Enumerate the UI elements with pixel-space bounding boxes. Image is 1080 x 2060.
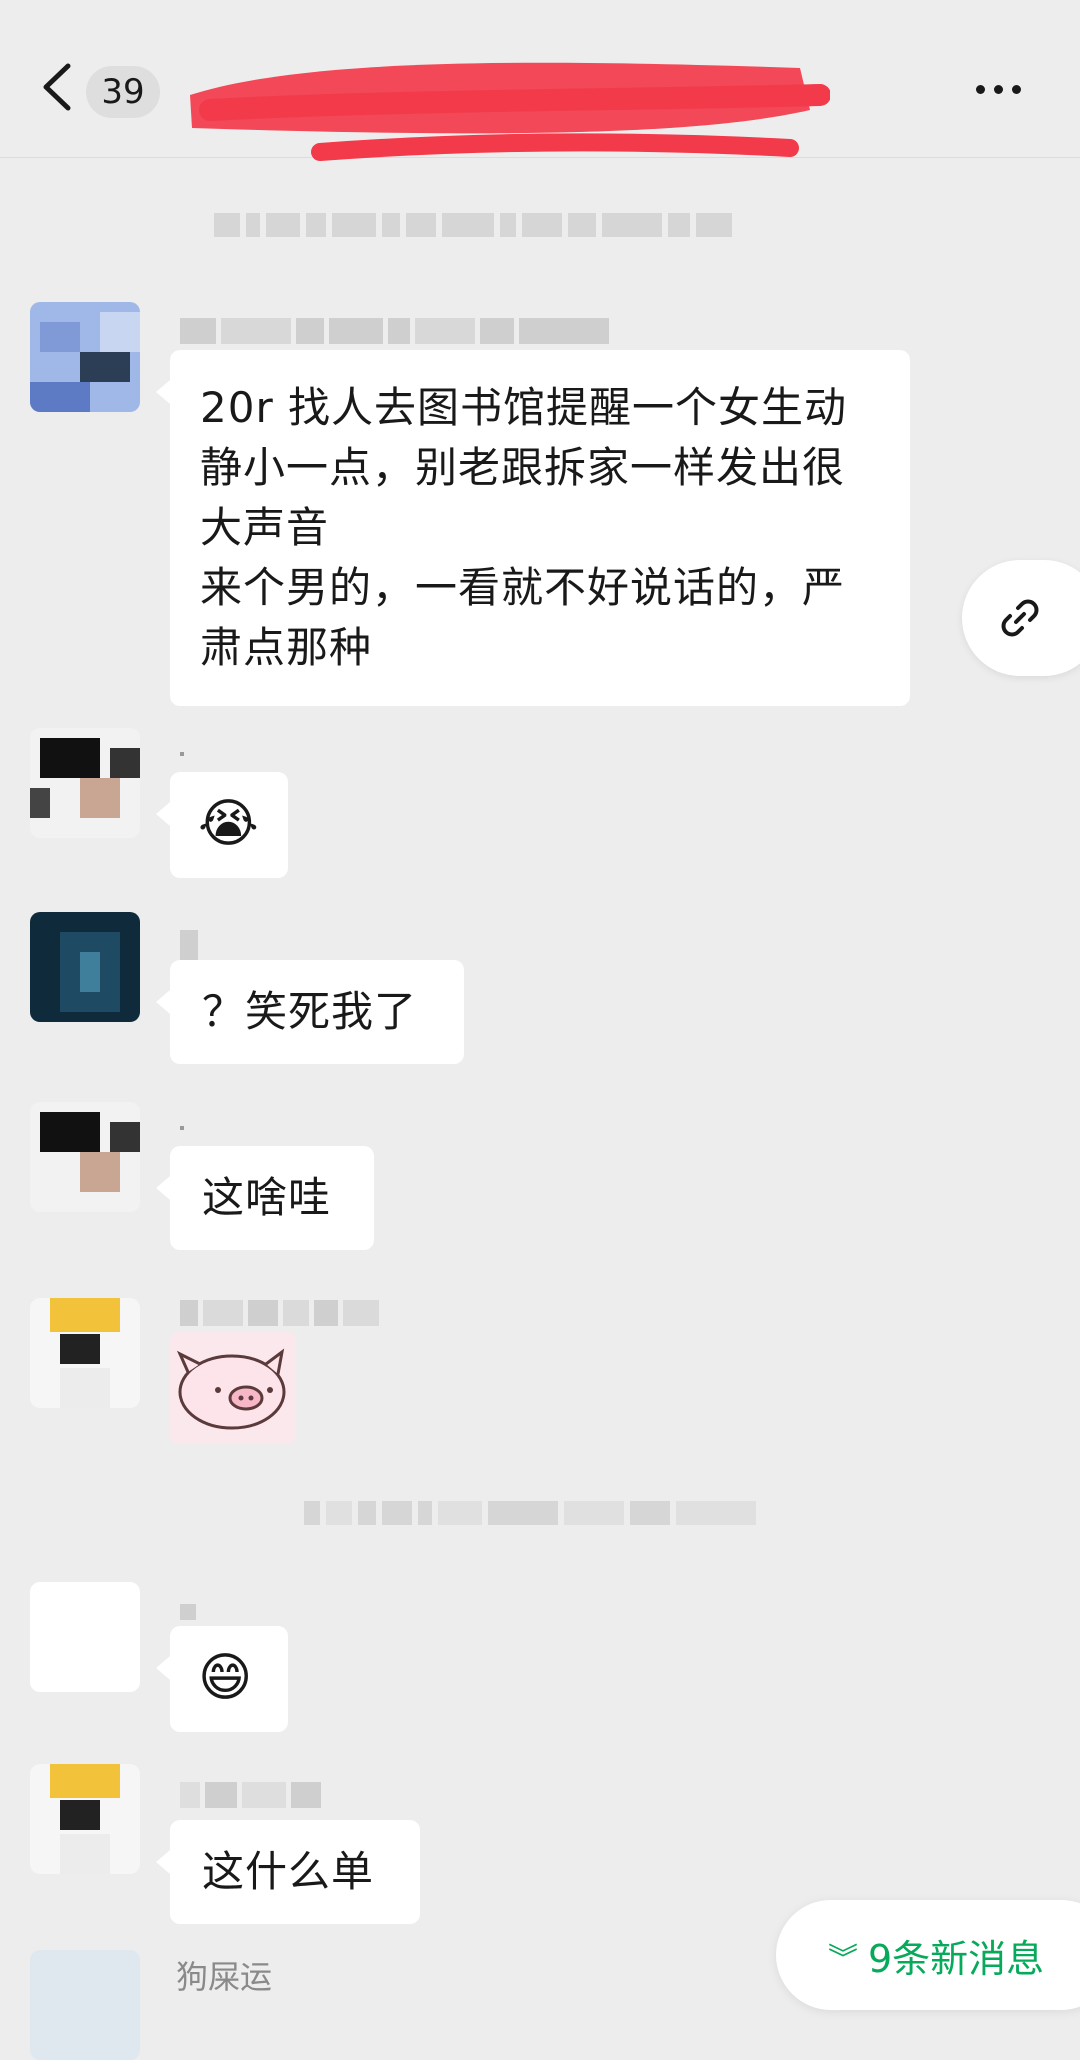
- message-bubble[interactable]: 😭: [156, 772, 288, 878]
- new-messages-button[interactable]: ︾ 9条新消息: [776, 1900, 1080, 2010]
- back-button[interactable]: [40, 62, 74, 112]
- sender-name: 狗屎运: [176, 1958, 273, 1996]
- message-bubble[interactable]: 这啥哇: [156, 1146, 374, 1250]
- message-bubble[interactable]: 这什么单: [156, 1820, 420, 1924]
- more-dots-icon: [976, 84, 985, 94]
- unread-count-badge[interactable]: 39: [86, 66, 160, 118]
- link-icon: [1001, 599, 1039, 637]
- message-text: 这什么单: [202, 1847, 375, 1896]
- message-text: 这啥哇: [202, 1173, 332, 1222]
- pig-icon: [176, 1348, 286, 1430]
- message-bubble[interactable]: ？笑死我了: [156, 960, 464, 1064]
- message-text: ？笑死我了: [202, 987, 418, 1036]
- grinning-emoji: 😄: [198, 1648, 253, 1708]
- chat-header: 39: [0, 0, 1080, 161]
- sender-name-blurred: [180, 1300, 379, 1326]
- redacted-title: [190, 62, 830, 161]
- avatar[interactable]: [30, 912, 140, 1022]
- message-bubble[interactable]: 20r 找人去图书馆提醒一个女生动 静小一点，别老跟拆家一样发出很 大声音 来个…: [156, 350, 910, 706]
- avatar[interactable]: [30, 1298, 140, 1408]
- avatar[interactable]: [30, 1950, 140, 2060]
- blurred-system-text: [214, 210, 732, 240]
- pig-sticker[interactable]: [170, 1332, 296, 1444]
- avatar[interactable]: [30, 728, 140, 838]
- message-bubble[interactable]: 😄: [156, 1626, 288, 1732]
- new-messages-label: 9条新消息: [868, 1937, 1045, 1981]
- avatar[interactable]: [30, 1102, 140, 1212]
- crying-laughing-emoji: 😭: [198, 794, 259, 854]
- double-chevron-down-icon: ︾: [828, 1942, 858, 1977]
- blurred-system-text: [304, 1498, 756, 1528]
- link-button[interactable]: [962, 560, 1080, 676]
- sender-name-blurred: [180, 930, 198, 960]
- message-text: 20r 找人去图书馆提醒一个女生动 静小一点，别老跟拆家一样发出很 大声音 来个…: [200, 383, 848, 672]
- avatar[interactable]: [30, 302, 140, 412]
- avatar[interactable]: [30, 1764, 140, 1874]
- avatar[interactable]: [30, 1582, 140, 1692]
- chevron-left-icon: [43, 63, 71, 111]
- sender-name-blurred: [180, 318, 609, 344]
- more-options-button[interactable]: [976, 78, 1032, 100]
- sender-name-blurred: [180, 1782, 321, 1808]
